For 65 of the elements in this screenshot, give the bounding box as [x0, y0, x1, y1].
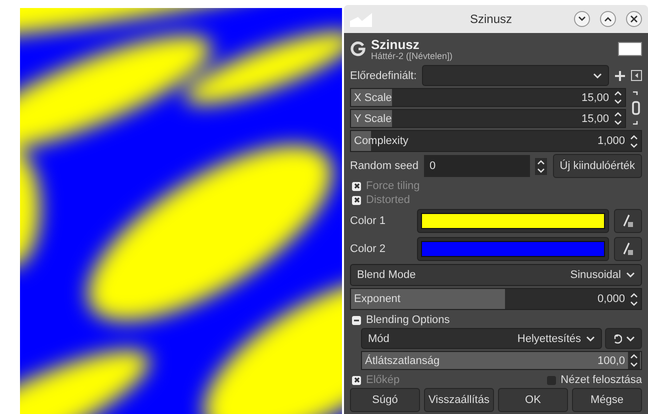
slider-value: 1,000: [597, 135, 626, 147]
spin-arrows-icon[interactable]: [612, 89, 624, 106]
layer-thumbnail: [618, 42, 642, 56]
color-button[interactable]: [417, 209, 609, 233]
color-label: Color 1: [350, 215, 386, 227]
spin-arrows-icon[interactable]: [612, 110, 624, 127]
random-seed-label: Random seed: [350, 160, 418, 172]
slider-label: X Scale: [353, 92, 393, 104]
slider-label: Átlátszatlanság: [364, 354, 441, 366]
eyedropper-icon: [622, 214, 634, 228]
slider-label: Complexity: [353, 135, 410, 147]
color-label: Color 2: [350, 243, 386, 255]
checkbox-label: Nézet felosztása: [560, 374, 642, 386]
presets-label: Előredefiniált:: [350, 70, 417, 82]
dialog-button[interactable]: OK: [498, 388, 568, 412]
slider[interactable]: Y Scale 15,00: [350, 109, 626, 128]
section-title[interactable]: Blending Options: [366, 314, 450, 326]
close-button[interactable]: [626, 11, 642, 27]
dialog-button[interactable]: Mégse: [572, 388, 642, 412]
slider-label: Exponent: [353, 293, 402, 305]
mode-dropdown[interactable]: Mód Helyettesítés: [361, 328, 602, 349]
slider-label: Y Scale: [353, 112, 393, 124]
expander-icon[interactable]: [352, 316, 361, 324]
window-title: Szinusz: [468, 12, 514, 26]
slider[interactable]: X Scale 15,00: [350, 88, 626, 107]
chevron-down-icon: [586, 336, 595, 342]
slider-value: 15,00: [581, 112, 610, 124]
chevron-down-icon: [578, 16, 586, 22]
chevron-down-icon: [626, 336, 635, 342]
checkbox-label: Force tiling: [366, 180, 420, 192]
color-picker-button[interactable]: [614, 209, 642, 233]
filter-title: Szinusz: [371, 38, 420, 50]
spin-arrows-icon[interactable]: [628, 352, 640, 369]
slider-value: 100,0: [597, 354, 626, 366]
slider-value: 0,000: [597, 293, 626, 305]
add-icon[interactable]: [614, 70, 626, 82]
minimize-button[interactable]: [574, 11, 590, 27]
chevron-down-icon: [626, 272, 635, 278]
slider[interactable]: Complexity 1,000: [350, 130, 642, 152]
chevron-down-icon: [593, 72, 602, 78]
checkbox[interactable]: [546, 376, 556, 384]
spin-arrows-icon[interactable]: [534, 158, 547, 174]
blend-mode-dropdown[interactable]: Blend Mode Sinusoidal: [350, 264, 642, 286]
undo-arrow-icon: [612, 334, 622, 344]
checkbox-label: Distorted: [366, 194, 410, 206]
composite-mode-button[interactable]: [605, 328, 642, 349]
dialog-button[interactable]: Visszaállítás: [424, 388, 494, 412]
checkbox-label: Előkép: [366, 374, 400, 386]
maximize-button[interactable]: [600, 11, 616, 27]
dialog-button[interactable]: Súgó: [350, 388, 420, 412]
chevron-up-icon: [604, 16, 612, 22]
spin-arrows-icon[interactable]: [628, 290, 640, 308]
color-picker-button[interactable]: [614, 237, 642, 261]
layer-name: Háttér-2 ([Névtelen]): [371, 50, 453, 60]
eyedropper-icon: [622, 242, 634, 256]
new-seed-button[interactable]: Új kiindulóérték: [552, 154, 642, 178]
slider-value: 15,00: [581, 92, 610, 104]
color-button[interactable]: [417, 237, 609, 261]
gimp-g-icon: [350, 41, 366, 57]
slider[interactable]: Exponent 0,000: [350, 288, 642, 310]
menu-icon[interactable]: [631, 70, 642, 81]
slider[interactable]: Átlátszatlanság 100,0: [361, 351, 642, 370]
spin-arrows-icon[interactable]: [628, 132, 640, 150]
random-seed-field[interactable]: 0: [424, 155, 530, 177]
close-icon: [630, 15, 638, 23]
